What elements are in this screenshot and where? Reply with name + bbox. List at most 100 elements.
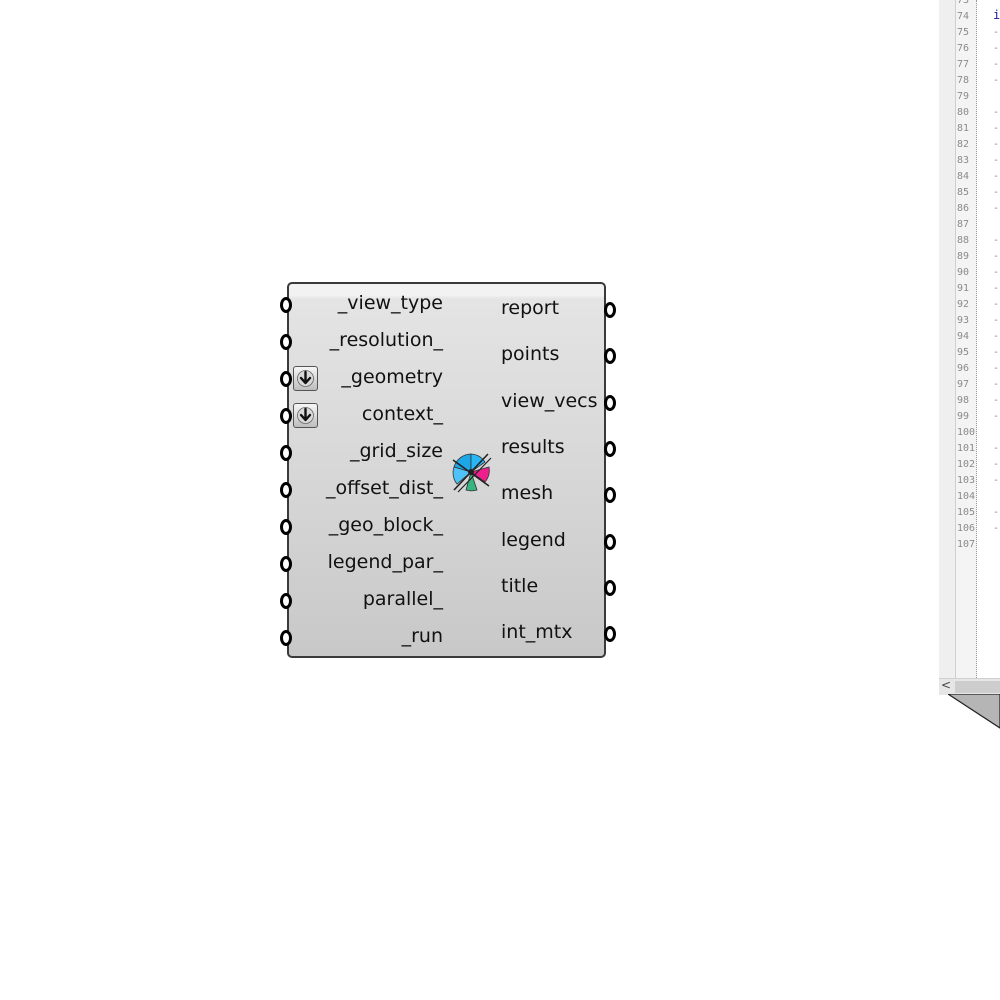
input-param-label: _grid_size	[349, 440, 443, 462]
output-param-label: report	[501, 297, 560, 319]
output-param-label: int_mtx	[501, 621, 573, 644]
input-param-label: context_	[361, 403, 443, 425]
line-number: 86	[957, 203, 970, 214]
input-param-label: _resolution_	[329, 329, 443, 351]
output-param-row[interactable]: int_mtx	[501, 621, 616, 646]
output-grip[interactable]	[604, 533, 616, 550]
output-grip[interactable]	[604, 394, 616, 411]
code-line-fragment: -	[993, 379, 1000, 390]
output-param-row[interactable]: view_vecs	[501, 389, 616, 415]
line-number: 80	[957, 107, 970, 118]
input-grip[interactable]	[280, 593, 292, 609]
code-line-fragment: -	[993, 459, 1000, 470]
line-number: 75	[957, 27, 970, 38]
output-param-label: legend	[501, 528, 566, 551]
input-param-label: _geo_block_	[328, 514, 443, 536]
line-number: 85	[957, 187, 970, 198]
line-number: 103	[957, 475, 976, 486]
code-line-fragment: -	[993, 27, 1000, 38]
input-param-row[interactable]: _grid_size	[280, 440, 443, 465]
code-line-fragment: -	[993, 299, 1000, 310]
input-grip[interactable]	[280, 556, 292, 572]
output-param-label: results	[501, 435, 565, 458]
code-keyword: i	[993, 8, 1000, 22]
input-param-label: _view_type	[337, 292, 443, 314]
line-number: 87	[957, 219, 970, 230]
editor-margin	[939, 0, 956, 678]
line-number: 77	[957, 59, 970, 70]
line-number: 96	[957, 363, 970, 374]
line-number: 84	[957, 171, 970, 182]
code-line-fragment: -	[993, 267, 1000, 278]
input-param-row[interactable]: _resolution_	[280, 329, 443, 354]
input-grip[interactable]	[280, 408, 292, 424]
code-line-fragment: -	[993, 75, 1000, 86]
output-grip[interactable]	[604, 348, 616, 365]
line-number: 93	[957, 315, 970, 326]
line-number: 81	[957, 123, 970, 134]
input-grip[interactable]	[280, 482, 292, 498]
output-grip[interactable]	[604, 487, 616, 504]
code-line-fragment: -	[993, 443, 1000, 454]
input-grip[interactable]	[280, 297, 292, 313]
input-param-row[interactable]: _geo_block_	[280, 514, 443, 539]
input-grip[interactable]	[280, 519, 292, 535]
line-number: 83	[957, 155, 970, 166]
output-grip[interactable]	[604, 579, 616, 596]
line-number: 74	[957, 11, 970, 22]
line-number: 106	[957, 523, 976, 534]
input-param-row[interactable]: legend_par_	[280, 551, 443, 576]
input-param-row[interactable]: _offset_dist_	[280, 477, 443, 502]
line-number: 89	[957, 251, 970, 262]
grasshopper-canvas[interactable]: _view_type _resolution_ _geometry context_ _…	[0, 0, 1000, 1000]
code-line-fragment: -	[993, 251, 1000, 262]
input-param-row[interactable]: context_	[280, 403, 443, 428]
output-param-row[interactable]: points	[501, 343, 616, 368]
input-param-row[interactable]: parallel_	[280, 588, 443, 613]
scroll-left-arrow-icon[interactable]: <	[941, 678, 951, 692]
input-param-label: _run	[401, 625, 443, 647]
output-param-row[interactable]: results	[501, 435, 616, 461]
output-grip[interactable]	[604, 626, 616, 643]
code-line-fragment: -	[993, 507, 1000, 518]
output-param-label: view_vecs	[501, 389, 598, 412]
output-param-row[interactable]: report	[501, 297, 616, 322]
line-number: 79	[957, 91, 970, 102]
line-number: 90	[957, 267, 970, 278]
output-param-label: mesh	[501, 482, 554, 505]
input-param-label: parallel_	[362, 588, 443, 610]
code-editor-panel[interactable]: 73 74 75 76 77 78 79 80 81 82 83 84 85 86 87 88 89 90 91 92…	[939, 0, 1000, 695]
output-grip[interactable]	[604, 440, 616, 457]
line-number: 73	[957, 0, 970, 6]
input-grip[interactable]	[280, 630, 292, 646]
line-number: 92	[957, 299, 970, 310]
input-param-row[interactable]: _view_type	[280, 292, 443, 317]
line-number: 76	[957, 43, 970, 54]
input-param-label: legend_par_	[327, 551, 443, 573]
horizontal-scrollbar[interactable]: <	[939, 678, 1000, 695]
code-line-fragment: -	[993, 187, 1000, 198]
view-percent-component[interactable]: _view_type _resolution_ _geometry context_ _…	[280, 282, 616, 658]
output-grip[interactable]	[604, 302, 616, 318]
line-number: 99	[957, 411, 970, 422]
line-number: 82	[957, 139, 970, 150]
code-line-fragment: -	[993, 523, 1000, 534]
code-line-fragment: -	[993, 315, 1000, 326]
output-param-row[interactable]: mesh	[501, 482, 616, 507]
input-grip[interactable]	[280, 371, 292, 387]
scrollbar-thumb[interactable]	[955, 681, 1000, 693]
ladybug-view-analysis-icon	[449, 450, 493, 494]
line-number: 94	[957, 331, 970, 342]
input-param-row[interactable]: _run	[280, 625, 443, 650]
input-param-row[interactable]: _geometry	[280, 366, 443, 391]
flatten-arrow-down-icon	[293, 366, 318, 391]
line-number: 88	[957, 235, 970, 246]
output-param-row[interactable]: legend	[501, 528, 616, 554]
line-number: 104	[957, 491, 976, 502]
input-grip[interactable]	[280, 445, 292, 461]
output-param-row[interactable]: title	[501, 575, 616, 600]
input-grip[interactable]	[280, 334, 292, 350]
line-number: 95	[957, 347, 970, 358]
line-number: 100	[957, 427, 976, 438]
code-line-fragment: -	[993, 107, 1000, 118]
